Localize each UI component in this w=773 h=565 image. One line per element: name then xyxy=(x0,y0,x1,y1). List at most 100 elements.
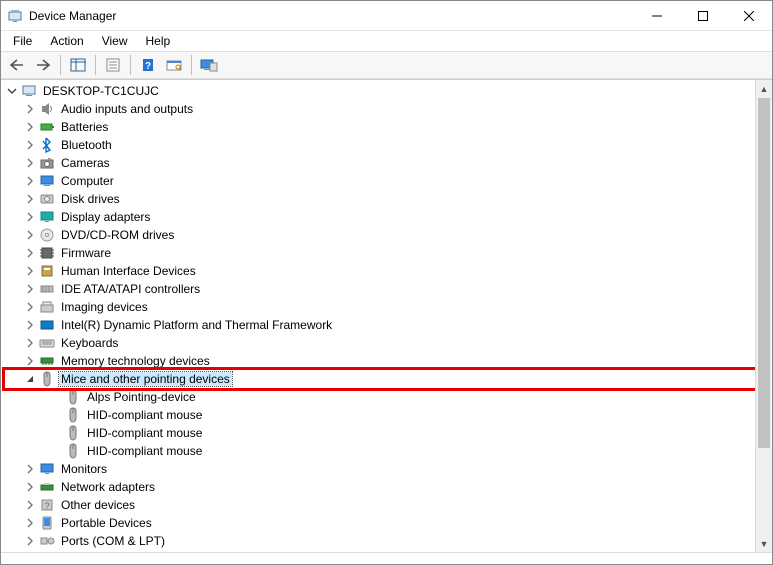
expander-icon[interactable] xyxy=(23,156,37,170)
computer-icon xyxy=(39,173,55,189)
tree-category-node[interactable]: Batteries xyxy=(5,118,755,136)
tree-category-node[interactable]: Display adapters xyxy=(5,208,755,226)
menu-file[interactable]: File xyxy=(5,32,40,50)
maximize-button[interactable] xyxy=(680,1,726,31)
toolbar-separator xyxy=(60,55,61,75)
expander-icon[interactable] xyxy=(23,138,37,152)
tree-device-node[interactable]: HID-compliant mouse xyxy=(5,424,755,442)
tree-node-label: Disk drives xyxy=(59,192,122,206)
tree-category-node[interactable]: Imaging devices xyxy=(5,298,755,316)
expander-icon[interactable] xyxy=(23,480,37,494)
tree-category-node[interactable]: Disk drives xyxy=(5,190,755,208)
mouse-icon xyxy=(39,371,55,387)
help-button[interactable]: ? xyxy=(136,54,160,76)
tree-node-label: Batteries xyxy=(59,120,110,134)
back-button[interactable] xyxy=(5,54,29,76)
devices-view-button[interactable] xyxy=(197,54,221,76)
tree-node-label: Intel(R) Dynamic Platform and Thermal Fr… xyxy=(59,318,334,332)
tree-node-label: Keyboards xyxy=(59,336,120,350)
vertical-scrollbar[interactable]: ▲ ▼ xyxy=(755,80,772,552)
tree-node-label: Ports (COM & LPT) xyxy=(59,534,167,548)
expander-icon[interactable] xyxy=(23,102,37,116)
minimize-button[interactable] xyxy=(634,1,680,31)
expander-icon[interactable] xyxy=(23,246,37,260)
tree-category-node[interactable]: IDE ATA/ATAPI controllers xyxy=(5,280,755,298)
tree-category-node[interactable]: Monitors xyxy=(5,460,755,478)
expander-icon[interactable] xyxy=(23,282,37,296)
bluetooth-icon xyxy=(39,137,55,153)
tree-root-node[interactable]: DESKTOP-TC1CUJC xyxy=(5,82,755,100)
other-icon: ? xyxy=(39,497,55,513)
tree-category-node[interactable]: DVD/CD-ROM drives xyxy=(5,226,755,244)
expander-icon[interactable] xyxy=(23,264,37,278)
scrollbar-thumb[interactable] xyxy=(758,98,770,448)
menubar: File Action View Help xyxy=(1,31,772,51)
scan-hardware-button[interactable] xyxy=(162,54,186,76)
tree-node-label: HID-compliant mouse xyxy=(85,408,204,422)
tree-node-label: Monitors xyxy=(59,462,109,476)
tree-category-node[interactable]: Ports (COM & LPT) xyxy=(5,532,755,550)
menu-view[interactable]: View xyxy=(94,32,136,50)
expander-icon[interactable] xyxy=(23,336,37,350)
tree-device-node[interactable]: HID-compliant mouse xyxy=(5,442,755,460)
tree-node-label: Other devices xyxy=(59,498,137,512)
expander-icon[interactable] xyxy=(23,534,37,548)
expander-icon[interactable] xyxy=(23,318,37,332)
menu-action[interactable]: Action xyxy=(42,32,91,50)
tree-category-node[interactable]: Bluetooth xyxy=(5,136,755,154)
expander-icon[interactable] xyxy=(5,84,19,98)
device-tree[interactable]: DESKTOP-TC1CUJC Audio inputs and outputs B… xyxy=(1,80,755,552)
expander-icon[interactable] xyxy=(23,354,37,368)
tree-category-node[interactable]: Human Interface Devices xyxy=(5,262,755,280)
tree-node-label: Mice and other pointing devices xyxy=(59,372,232,386)
tree-node-label: Audio inputs and outputs xyxy=(59,102,195,116)
expander-icon[interactable] xyxy=(23,462,37,476)
tree-category-node[interactable]: Mice and other pointing devices xyxy=(5,370,755,388)
properties-button[interactable] xyxy=(101,54,125,76)
tree-node-label: Bluetooth xyxy=(59,138,114,152)
tree-category-node[interactable]: Intel(R) Dynamic Platform and Thermal Fr… xyxy=(5,316,755,334)
expander-icon[interactable] xyxy=(23,210,37,224)
show-hide-tree-button[interactable] xyxy=(66,54,90,76)
toolbar: ? xyxy=(1,51,772,79)
window-title: Device Manager xyxy=(29,9,634,23)
tree-node-label: DVD/CD-ROM drives xyxy=(59,228,176,242)
tree-category-node[interactable]: Cameras xyxy=(5,154,755,172)
camera-icon xyxy=(39,155,55,171)
expander-icon[interactable] xyxy=(23,120,37,134)
tree-node-label: HID-compliant mouse xyxy=(85,444,204,458)
scroll-down-button[interactable]: ▼ xyxy=(756,535,772,552)
expander-icon[interactable] xyxy=(23,372,37,386)
menu-help[interactable]: Help xyxy=(138,32,179,50)
tree-category-node[interactable]: Audio inputs and outputs xyxy=(5,100,755,118)
forward-button[interactable] xyxy=(31,54,55,76)
expander-icon[interactable] xyxy=(23,228,37,242)
battery-icon xyxy=(39,119,55,135)
expander-icon[interactable] xyxy=(23,174,37,188)
tree-category-node[interactable]: Firmware xyxy=(5,244,755,262)
computer-root-icon xyxy=(21,83,37,99)
app-icon xyxy=(7,8,23,24)
scroll-up-button[interactable]: ▲ xyxy=(756,80,772,97)
tree-node-label: IDE ATA/ATAPI controllers xyxy=(59,282,202,296)
tree-node-label: HID-compliant mouse xyxy=(85,426,204,440)
expander-icon[interactable] xyxy=(23,192,37,206)
tree-category-node[interactable]: Keyboards xyxy=(5,334,755,352)
tree-device-node[interactable]: HID-compliant mouse xyxy=(5,406,755,424)
tree-node-label: DESKTOP-TC1CUJC xyxy=(41,84,161,98)
expander-icon[interactable] xyxy=(23,300,37,314)
titlebar: Device Manager xyxy=(1,1,772,31)
expander-icon[interactable] xyxy=(23,498,37,512)
tree-node-label: Portable Devices xyxy=(59,516,154,530)
tree-node-label: Imaging devices xyxy=(59,300,150,314)
expander-icon[interactable] xyxy=(23,516,37,530)
svg-text:?: ? xyxy=(145,61,151,72)
tree-category-node[interactable]: Portable Devices xyxy=(5,514,755,532)
toolbar-separator xyxy=(130,55,131,75)
annotation-highlight: Mice and other pointing devices xyxy=(2,367,755,391)
mouse-icon xyxy=(65,389,81,405)
close-button[interactable] xyxy=(726,1,772,31)
tree-category-node[interactable]: Network adapters xyxy=(5,478,755,496)
tree-category-node[interactable]: ? Other devices xyxy=(5,496,755,514)
tree-category-node[interactable]: Computer xyxy=(5,172,755,190)
